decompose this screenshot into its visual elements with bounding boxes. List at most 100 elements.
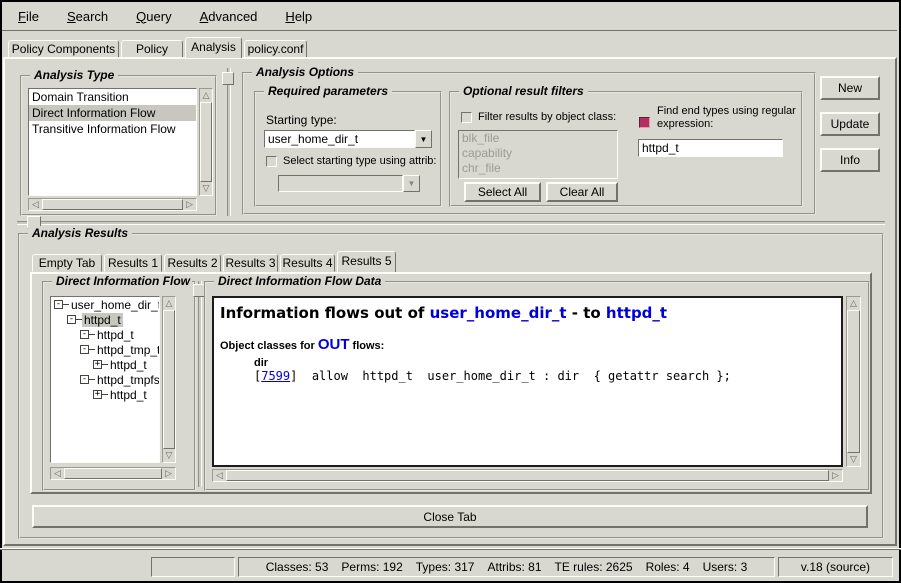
- tree-collapse-icon[interactable]: -: [54, 300, 63, 309]
- tree-node-label[interactable]: httpd_tmpfs_t: [95, 373, 160, 387]
- scroll-left-icon[interactable]: ◁: [29, 199, 42, 210]
- scrollbar-thumb[interactable]: [200, 102, 212, 182]
- required-parameters-title: Required parameters: [264, 84, 392, 98]
- attrib-combobox-value: [278, 175, 403, 192]
- heading-prefix: Information flows out of: [220, 304, 430, 322]
- menu-file[interactable]: File: [14, 7, 43, 26]
- object-class-checkbox-label: Filter results by object class:: [478, 111, 616, 123]
- required-parameters-group: Required parameters Starting type: user_…: [254, 91, 442, 207]
- menu-advanced[interactable]: Advanced: [196, 7, 262, 26]
- tree-expand-icon[interactable]: +: [93, 390, 102, 399]
- tree-node-label[interactable]: httpd_t: [108, 358, 149, 372]
- optional-filters-group: Optional result filters Filter results b…: [449, 91, 803, 207]
- menu-search[interactable]: Search: [63, 7, 112, 26]
- tree-expand-icon[interactable]: +: [93, 360, 102, 369]
- scroll-up-icon[interactable]: △: [200, 89, 212, 102]
- tree-node-label[interactable]: httpd_t: [95, 328, 136, 342]
- flow-tree-vscrollbar[interactable]: △ ▽: [162, 296, 176, 463]
- optional-filters-title: Optional result filters: [459, 84, 588, 98]
- scroll-left-icon[interactable]: ◁: [213, 470, 226, 481]
- pane-divider-handle[interactable]: [222, 72, 234, 85]
- new-button[interactable]: New: [820, 76, 880, 100]
- analysis-type-hscrollbar[interactable]: ◁ ▷: [28, 198, 197, 211]
- scroll-right-icon[interactable]: ▷: [162, 468, 175, 479]
- tree-node-label[interactable]: user_home_dir_t: [69, 298, 160, 312]
- flow-data-textarea[interactable]: Information flows out of user_home_dir_t…: [212, 296, 843, 467]
- te-rule-line: [7599] allow httpd_t user_home_dir_t : d…: [254, 369, 835, 383]
- tab-results-5[interactable]: Results 5: [337, 251, 396, 272]
- scroll-left-icon[interactable]: ◁: [51, 468, 64, 479]
- analysis-type-group: Analysis Type Domain Transition Direct I…: [20, 75, 217, 216]
- flow-data-group: Direct Information Flow Data Information…: [204, 281, 870, 491]
- scroll-right-icon[interactable]: ▷: [829, 470, 842, 481]
- scroll-down-icon[interactable]: ▽: [200, 182, 212, 195]
- tab-results-3[interactable]: Results 3: [223, 254, 278, 272]
- starting-type-label: Starting type:: [266, 113, 337, 127]
- scrollbar-thumb[interactable]: [226, 470, 829, 481]
- scrollbar-thumb[interactable]: [42, 199, 183, 210]
- tree-collapse-icon[interactable]: -: [80, 375, 89, 384]
- scroll-up-icon[interactable]: △: [847, 297, 860, 310]
- menu-help[interactable]: Help: [281, 7, 316, 26]
- flow-data-hscrollbar[interactable]: ◁ ▷: [212, 469, 843, 482]
- tab-policy-conf[interactable]: policy.conf: [244, 40, 307, 58]
- tree-collapse-icon[interactable]: -: [67, 315, 76, 324]
- regex-checkbox-label: Find end types using regular expression:: [657, 105, 803, 131]
- tree-collapse-icon[interactable]: -: [80, 345, 89, 354]
- tab-empty-tab[interactable]: Empty Tab: [32, 254, 102, 272]
- starting-type-combobox[interactable]: user_home_dir_t ▼: [264, 130, 432, 148]
- object-class-checkbox[interactable]: [461, 112, 472, 123]
- list-item[interactable]: Direct Information Flow: [29, 105, 196, 121]
- tree-node-label[interactable]: httpd_t: [82, 313, 123, 327]
- tab-policy-components[interactable]: Policy Components: [8, 40, 119, 58]
- dropdown-arrow-icon: ▼: [403, 175, 420, 192]
- tab-results-4[interactable]: Results 4: [280, 254, 335, 272]
- tree-collapse-icon[interactable]: -: [80, 330, 89, 339]
- tab-policy-rules[interactable]: Policy Rules: [121, 40, 183, 58]
- tree-row: - httpd_t: [51, 312, 159, 327]
- scroll-down-icon[interactable]: ▽: [847, 453, 860, 466]
- flow-data-vscrollbar[interactable]: △ ▽: [846, 296, 861, 467]
- scroll-down-icon[interactable]: ▽: [163, 449, 175, 462]
- starting-type-value[interactable]: user_home_dir_t: [264, 130, 415, 148]
- scroll-up-icon[interactable]: △: [163, 297, 175, 310]
- stat-perms: Perms: 192: [341, 560, 402, 574]
- list-item: chr_file: [459, 161, 617, 176]
- update-button[interactable]: Update: [820, 112, 880, 136]
- tab-analysis[interactable]: Analysis: [185, 37, 242, 58]
- attrib-checkbox-row: Select starting type using attrib:: [266, 155, 436, 167]
- subheading-prefix: Object classes for: [220, 340, 318, 352]
- flow-tree-group: Direct Information Flow T - user_home_di…: [42, 281, 196, 491]
- select-all-button[interactable]: Select All: [464, 182, 541, 202]
- rule-text: ] allow httpd_t user_home_dir_t : dir { …: [290, 369, 731, 383]
- scrollbar-thumb[interactable]: [847, 310, 860, 453]
- tree-node-label[interactable]: httpd_t: [108, 388, 149, 402]
- flow-tree-hscrollbar[interactable]: ◁ ▷: [50, 467, 176, 480]
- list-item[interactable]: Domain Transition: [29, 89, 196, 105]
- rule-id-link[interactable]: 7599: [261, 369, 290, 383]
- attrib-checkbox[interactable]: [266, 156, 277, 167]
- list-item[interactable]: Transitive Information Flow: [29, 121, 196, 137]
- regex-checkbox[interactable]: [639, 117, 650, 128]
- close-tab-button[interactable]: Close Tab: [32, 505, 868, 528]
- clear-all-button[interactable]: Clear All: [546, 182, 618, 202]
- analysis-type-list: Domain Transition Direct Information Flo…: [28, 88, 197, 196]
- scroll-right-icon[interactable]: ▷: [183, 199, 196, 210]
- flow-data-title: Direct Information Flow Data: [214, 274, 385, 288]
- status-empty-box: [151, 557, 235, 577]
- menu-query[interactable]: Query: [132, 7, 175, 26]
- tab-results-2[interactable]: Results 2: [164, 254, 221, 272]
- apol-window: File Search Query Advanced Help Policy C…: [0, 0, 901, 583]
- tab-results-1[interactable]: Results 1: [104, 254, 162, 272]
- subheading-direction: OUT: [318, 336, 350, 353]
- object-class-name: dir: [254, 357, 835, 369]
- dropdown-arrow-icon[interactable]: ▼: [415, 130, 432, 148]
- tree-node-label[interactable]: httpd_tmp_t: [95, 343, 160, 357]
- scrollbar-thumb[interactable]: [163, 310, 175, 449]
- scrollbar-thumb[interactable]: [64, 468, 162, 479]
- tree-row: - httpd_tmp_t: [51, 342, 159, 357]
- info-button[interactable]: Info: [820, 148, 880, 172]
- attrib-checkbox-label: Select starting type using attrib:: [283, 155, 436, 167]
- analysis-type-vscrollbar[interactable]: △ ▽: [199, 88, 213, 196]
- regex-input[interactable]: [638, 139, 783, 157]
